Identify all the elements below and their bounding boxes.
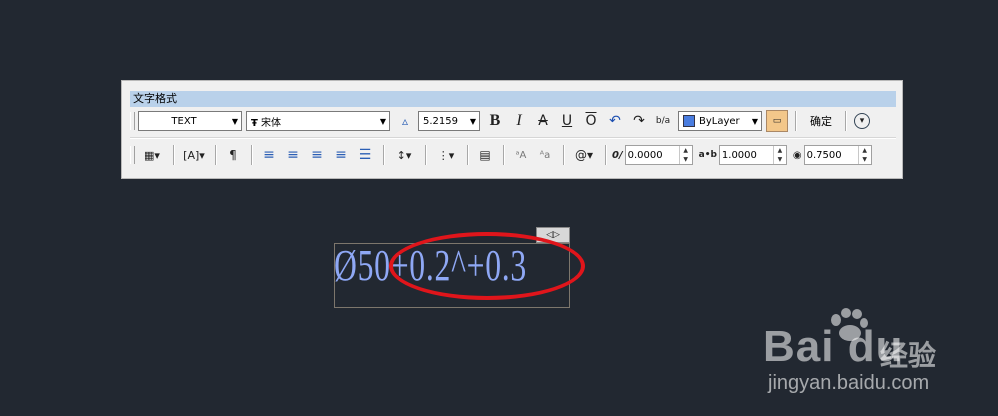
- text-style-select[interactable]: TEXT ▼: [138, 111, 242, 131]
- mtext-justify-icon[interactable]: [A]▾: [180, 144, 208, 166]
- tracking-icon: a•b: [698, 150, 717, 160]
- spin-down-icon[interactable]: ▼: [774, 155, 786, 164]
- italic-button[interactable]: I: [508, 110, 530, 132]
- color-swatch: [683, 115, 695, 127]
- uppercase-icon[interactable]: ᵃA: [510, 144, 532, 166]
- toolbar-title: 文字格式: [130, 91, 896, 107]
- separator: [845, 111, 847, 131]
- spin-down-icon[interactable]: ▼: [859, 155, 871, 164]
- symbol-icon[interactable]: @ ▾: [570, 144, 598, 166]
- separator: [605, 145, 607, 165]
- underline-button[interactable]: U: [556, 110, 578, 132]
- truetype-font-icon: Ŧ: [251, 117, 258, 129]
- options-icon[interactable]: ▾: [854, 113, 870, 129]
- toolbar-row-2: ▦▾ [A]▾ ¶ ≡ ≡ ≡ ≡ ☰ ↕▾ ⋮▾ ▤ ᵃA ᴬa @ ▾ 0/ …: [130, 143, 878, 167]
- width-factor-icon: ◉: [792, 149, 802, 161]
- strikethrough-button[interactable]: A: [532, 110, 554, 132]
- spin-down-icon[interactable]: ▼: [680, 155, 692, 164]
- bold-button[interactable]: B: [484, 110, 506, 132]
- spin-up-icon[interactable]: ▲: [774, 146, 786, 155]
- drag-grip[interactable]: [130, 146, 135, 164]
- watermark-cn: 经验: [880, 339, 937, 372]
- ruler-icon[interactable]: ▭: [766, 110, 788, 132]
- separator: [251, 145, 253, 165]
- separator: [215, 145, 217, 165]
- annotative-icon[interactable]: ▵: [394, 110, 416, 132]
- separator: [467, 145, 469, 165]
- tracking-input[interactable]: 1.0000 ▲ ▼: [718, 145, 787, 165]
- chevron-down-icon: ▼: [379, 116, 387, 126]
- stack-button[interactable]: b/a: [652, 110, 674, 132]
- toolbar-row-1: TEXT ▼ Ŧ 宋体 ▼ ▵ 5.2159 ▼ B I A U O ↶ ↷ b…: [130, 109, 872, 133]
- columns-icon[interactable]: ▦▾: [138, 144, 166, 166]
- width-factor-input[interactable]: 0.7500 ▲ ▼: [803, 145, 872, 165]
- align-right-icon[interactable]: ≡: [306, 144, 328, 166]
- chevron-down-icon: ▼: [469, 116, 477, 126]
- separator: [563, 145, 565, 165]
- color-select[interactable]: ByLayer ▼: [678, 111, 762, 131]
- distribute-icon[interactable]: ☰: [354, 144, 376, 166]
- row-divider: [130, 137, 896, 139]
- highlight-circle: [389, 232, 585, 300]
- text-formatting-toolbar: 文字格式 TEXT ▼ Ŧ 宋体 ▼ ▵ 5.2159 ▼ B I A U O …: [121, 80, 903, 179]
- oblique-angle-input[interactable]: 0.0000 ▲ ▼: [624, 145, 693, 165]
- paragraph-icon[interactable]: ¶: [222, 144, 244, 166]
- chevron-down-icon: ▼: [751, 116, 759, 126]
- overline-button[interactable]: O: [580, 110, 602, 132]
- watermark-url: jingyan.baidu.com: [768, 372, 930, 394]
- ok-button[interactable]: 确定: [802, 110, 840, 132]
- chevron-down-icon: ▼: [231, 116, 239, 126]
- separator: [503, 145, 505, 165]
- separator: [383, 145, 385, 165]
- align-center-icon[interactable]: ≡: [282, 144, 304, 166]
- redo-icon[interactable]: ↷: [628, 110, 650, 132]
- justify-icon[interactable]: ≡: [330, 144, 352, 166]
- separator: [425, 145, 427, 165]
- align-left-icon[interactable]: ≡: [258, 144, 280, 166]
- drag-grip[interactable]: [130, 112, 135, 130]
- undo-icon[interactable]: ↶: [604, 110, 626, 132]
- separator: [173, 145, 175, 165]
- spin-up-icon[interactable]: ▲: [859, 146, 871, 155]
- insert-field-icon[interactable]: ▤: [474, 144, 496, 166]
- font-select[interactable]: Ŧ 宋体 ▼: [246, 111, 390, 131]
- oblique-angle-icon: 0/: [612, 149, 623, 161]
- numbering-icon[interactable]: ⋮▾: [432, 144, 460, 166]
- line-spacing-icon[interactable]: ↕▾: [390, 144, 418, 166]
- spin-up-icon[interactable]: ▲: [680, 146, 692, 155]
- separator: [795, 111, 797, 131]
- lowercase-icon[interactable]: ᴬa: [534, 144, 556, 166]
- text-height-select[interactable]: 5.2159 ▼: [418, 111, 480, 131]
